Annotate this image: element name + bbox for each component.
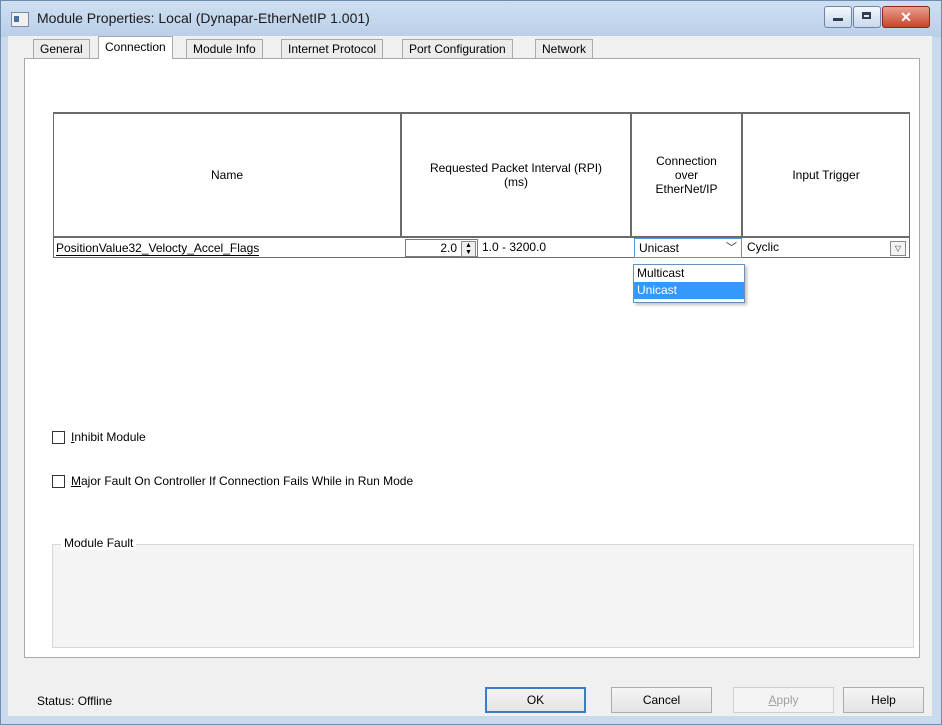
close-icon: ✕ [900, 9, 912, 25]
close-button[interactable]: ✕ [882, 6, 930, 28]
rpi-input[interactable]: 2.0 ▲ ▼ [405, 239, 478, 257]
rpi-range: 1.0 - 3200.0 [482, 240, 547, 254]
tab-general[interactable]: General [33, 39, 90, 58]
maximize-icon [862, 12, 871, 19]
major-fault-accel: M [71, 474, 81, 488]
connection-grid: Name Requested Packet Interval (RPI) (ms… [53, 112, 910, 258]
tab-port-configuration[interactable]: Port Configuration [402, 39, 513, 58]
rpi-value: 2.0 [440, 241, 457, 255]
column-header-connection-text: Connection over EtherNet/IP [655, 154, 718, 196]
apply-button[interactable]: Apply [733, 687, 834, 713]
inhibit-module-label: nhibit Module [74, 430, 146, 444]
row-name-cell[interactable]: PositionValue32_Velocty_Accel_Flags [54, 238, 402, 258]
inhibit-module-checkbox-row[interactable]: Inhibit Module [52, 430, 146, 444]
connection-select[interactable]: Unicast ﹀ [634, 238, 742, 258]
dropdown-arrow-icon[interactable]: ▽ [890, 241, 906, 256]
column-header-rpi-text: Requested Packet Interval (RPI) (ms) [429, 161, 603, 189]
column-header-input-trigger: Input Trigger [792, 168, 860, 182]
chevron-down-icon: ﹀ [726, 242, 737, 254]
minimize-button[interactable] [824, 6, 852, 28]
connection-dropdown-list: Multicast Unicast [633, 264, 745, 303]
apply-accel: A [768, 693, 777, 707]
help-button[interactable]: Help [843, 687, 924, 713]
major-fault-checkbox-row[interactable]: Major Fault On Controller If Connection … [52, 474, 413, 488]
module-fault-label: Module Fault [61, 536, 137, 550]
maximize-button[interactable] [853, 6, 881, 28]
ok-button[interactable]: OK [485, 687, 586, 713]
tab-connection[interactable]: Connection [98, 36, 173, 59]
status-text: Status: Offline [37, 694, 113, 708]
inhibit-module-checkbox[interactable] [52, 430, 65, 444]
connection-name: PositionValue32_Velocty_Accel_Flags [56, 241, 260, 256]
app-window-icon [11, 12, 29, 27]
apply-label: pply [776, 693, 799, 707]
title-bar[interactable]: Module Properties: Local (Dynapar-EtherN… [1, 1, 941, 37]
major-fault-label: ajor Fault On Controller If Connection F… [81, 474, 414, 488]
window-title: Module Properties: Local (Dynapar-EtherN… [37, 10, 370, 26]
input-trigger-value: Cyclic [747, 240, 779, 254]
input-trigger-select[interactable]: Cyclic ▽ [744, 238, 909, 258]
dropdown-option-unicast[interactable]: Unicast [634, 282, 744, 299]
tab-internet-protocol[interactable]: Internet Protocol [281, 39, 384, 58]
column-header-connection: Connection over EtherNet/IP [632, 114, 743, 236]
major-fault-checkbox[interactable] [52, 474, 65, 488]
column-header-rpi: Requested Packet Interval (RPI) (ms) [402, 114, 632, 236]
minimize-icon [833, 18, 843, 21]
dropdown-option-multicast[interactable]: Multicast [634, 265, 744, 282]
tab-network[interactable]: Network [535, 39, 594, 58]
spin-updown-icon[interactable]: ▲ ▼ [461, 241, 476, 257]
cancel-button[interactable]: Cancel [611, 687, 712, 713]
connection-select-value: Unicast [639, 241, 680, 255]
module-fault-group: Module Fault [52, 536, 914, 648]
tab-module-info[interactable]: Module Info [186, 39, 263, 58]
column-header-name: Name [54, 114, 402, 236]
